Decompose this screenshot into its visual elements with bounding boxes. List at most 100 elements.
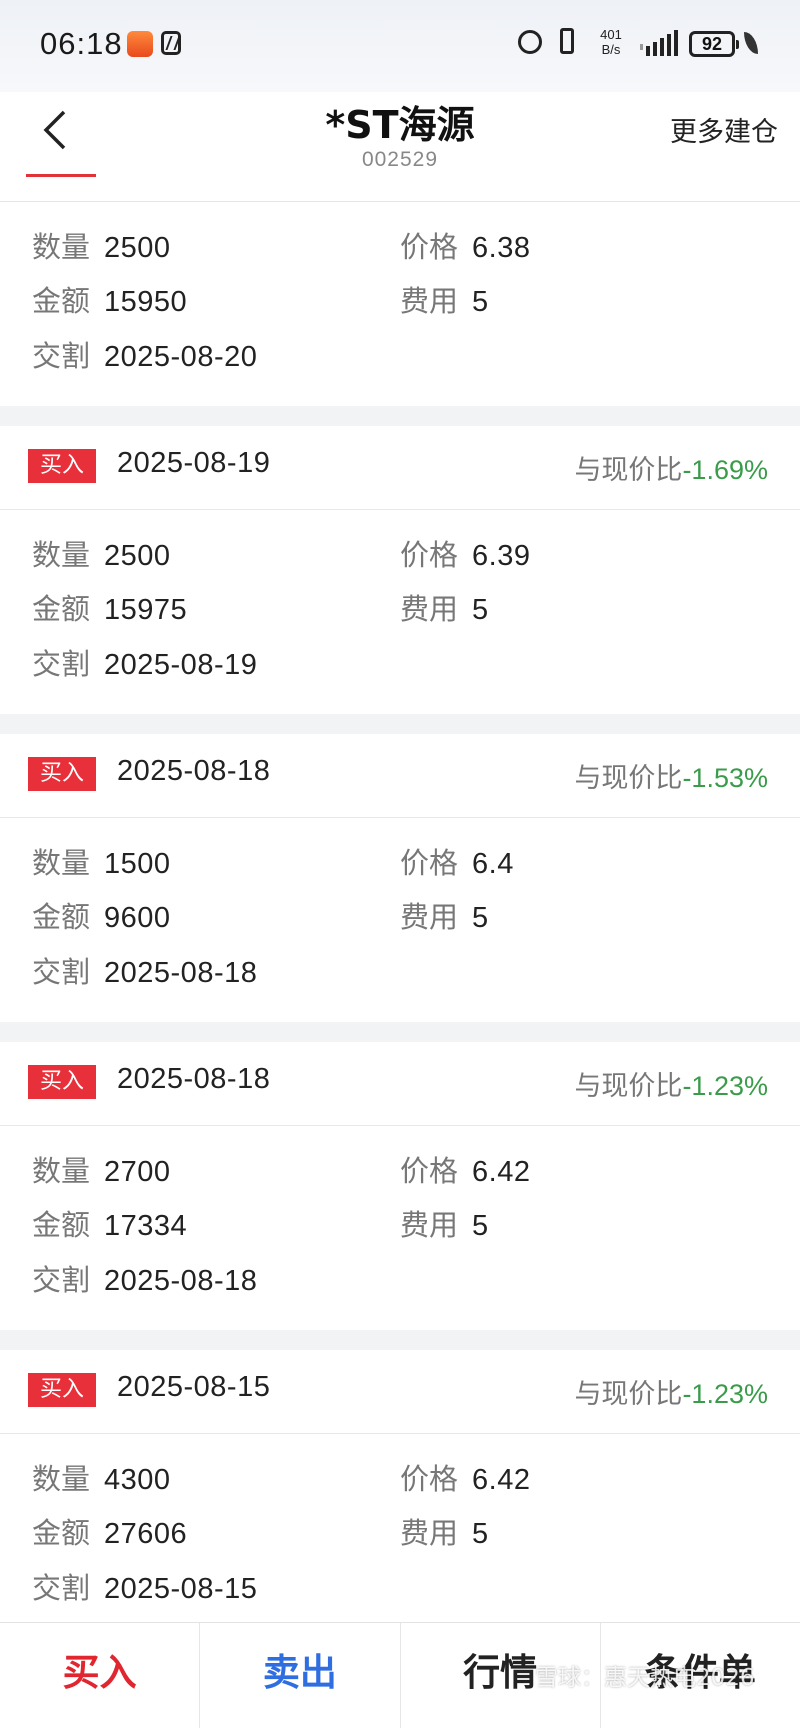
fee-field: 费用 5 bbox=[400, 278, 489, 320]
trade-record-list: 数量 2500 价格 6.38 金额 15950 费用 5 交割 2025-08-20 买… bbox=[0, 202, 800, 1638]
amount-field: 金额 27606 bbox=[32, 1510, 187, 1552]
fee-field: 费用 5 bbox=[400, 586, 489, 628]
record-date: 2025-08-19 bbox=[117, 447, 271, 479]
quantity-value: 2500 bbox=[104, 232, 171, 264]
delivery-field: 交割 2025-08-18 bbox=[32, 949, 257, 991]
record-details: 数量 1500 价格 6.4 金额 9600 费用 5 交割 2025-08-18 bbox=[0, 818, 800, 1022]
price-label: 价格 bbox=[400, 230, 459, 264]
quantity-label: 数量 bbox=[32, 1462, 91, 1496]
buy-tag: 买入 bbox=[28, 757, 96, 791]
fee-field: 费用 5 bbox=[400, 1202, 489, 1244]
signal-icon bbox=[640, 30, 678, 56]
amount-label: 金额 bbox=[32, 1208, 91, 1242]
delivery-value: 2025-08-19 bbox=[104, 649, 258, 681]
amount-field: 金额 15950 bbox=[32, 278, 187, 320]
fee-label: 费用 bbox=[400, 1516, 459, 1550]
page-title: *ST海源 bbox=[325, 103, 475, 147]
delivery-value: 2025-08-15 bbox=[104, 1573, 258, 1605]
delivery-value: 2025-08-18 bbox=[104, 957, 258, 989]
network-speed-unit: B/s bbox=[601, 42, 621, 57]
amount-value: 27606 bbox=[104, 1518, 188, 1550]
quantity-value: 4300 bbox=[104, 1464, 171, 1496]
record-details: 数量 4300 价格 6.42 金额 27606 费用 5 交割 2025-08-15 bbox=[0, 1434, 800, 1638]
delivery-value: 2025-08-18 bbox=[104, 1265, 258, 1297]
compare-value: -1.53% bbox=[682, 763, 768, 793]
amount-field: 金额 17334 bbox=[32, 1202, 187, 1244]
amount-value: 9600 bbox=[104, 902, 171, 934]
eco-leaf-icon bbox=[744, 32, 758, 54]
fee-value: 5 bbox=[472, 286, 489, 318]
amount-field: 金额 9600 bbox=[32, 894, 171, 936]
record-details: 数量 2500 价格 6.38 金额 15950 费用 5 交割 2025-08-20 bbox=[0, 202, 800, 406]
buy-tag: 买入 bbox=[28, 1065, 96, 1099]
record-date: 2025-08-15 bbox=[117, 1371, 271, 1403]
watermark: 雪球：惠天热电2026 bbox=[535, 1665, 755, 1691]
compare-label: 与现价比 bbox=[574, 455, 683, 486]
price-label: 价格 bbox=[400, 1154, 459, 1188]
fee-label: 费用 bbox=[400, 284, 459, 318]
sell-button[interactable]: 卖出 bbox=[200, 1623, 401, 1728]
buy-tag: 买入 bbox=[28, 449, 96, 483]
price-compare: 与现价比-1.23% bbox=[574, 1372, 768, 1411]
fee-field: 费用 5 bbox=[400, 894, 489, 936]
fee-label: 费用 bbox=[400, 900, 459, 934]
delivery-label: 交割 bbox=[32, 1571, 91, 1605]
divider bbox=[0, 1330, 800, 1350]
back-button[interactable] bbox=[26, 92, 96, 177]
price-value: 6.38 bbox=[472, 232, 531, 264]
record-details: 数量 2700 价格 6.42 金额 17334 费用 5 交割 2025-08-18 bbox=[0, 1126, 800, 1330]
quantity-label: 数量 bbox=[32, 538, 91, 572]
quantity-label: 数量 bbox=[32, 230, 91, 264]
record-header[interactable]: 买入 2025-08-15 与现价比-1.23% bbox=[0, 1350, 800, 1434]
status-time: 06:18 bbox=[40, 26, 123, 61]
record-header[interactable]: 买入 2025-08-18 与现价比-1.23% bbox=[0, 1042, 800, 1126]
price-field: 价格 6.39 bbox=[400, 532, 530, 574]
amount-label: 金额 bbox=[32, 900, 91, 934]
delivery-label: 交割 bbox=[32, 955, 91, 989]
alarm-icon bbox=[518, 30, 542, 54]
price-value: 6.4 bbox=[472, 848, 514, 880]
quantity-field: 数量 2700 bbox=[32, 1148, 171, 1190]
battery-icon: 92 bbox=[689, 31, 739, 57]
amount-value: 17334 bbox=[104, 1210, 188, 1242]
amount-label: 金额 bbox=[32, 284, 91, 318]
nfc-icon bbox=[161, 31, 181, 55]
more-positions-button[interactable]: 更多建仓 bbox=[670, 110, 778, 149]
compare-label: 与现价比 bbox=[574, 763, 683, 794]
price-label: 价格 bbox=[400, 1462, 459, 1496]
status-bar: 06:18 401 B/s 92 bbox=[0, 0, 800, 92]
delivery-label: 交割 bbox=[32, 339, 91, 373]
divider bbox=[0, 714, 800, 734]
price-compare: 与现价比-1.53% bbox=[574, 756, 768, 795]
compare-value: -1.69% bbox=[682, 455, 768, 485]
network-speed-value: 401 bbox=[600, 27, 622, 42]
record-date: 2025-08-18 bbox=[117, 755, 271, 787]
price-field: 价格 6.42 bbox=[400, 1148, 530, 1190]
price-field: 价格 6.4 bbox=[400, 840, 514, 882]
fee-label: 费用 bbox=[400, 1208, 459, 1242]
amount-value: 15975 bbox=[104, 594, 188, 626]
header: *ST海源 002529 更多建仓 bbox=[0, 92, 800, 202]
buy-button[interactable]: 买入 bbox=[0, 1623, 201, 1728]
quantity-label: 数量 bbox=[32, 846, 91, 880]
record-header[interactable]: 买入 2025-08-18 与现价比-1.53% bbox=[0, 734, 800, 818]
quantity-value: 2500 bbox=[104, 540, 171, 572]
quantity-field: 数量 2500 bbox=[32, 224, 171, 266]
app-notification-icon bbox=[127, 31, 153, 57]
record-details: 数量 2500 价格 6.39 金额 15975 费用 5 交割 2025-08-19 bbox=[0, 510, 800, 714]
stock-code: 002529 bbox=[361, 148, 439, 171]
fee-value: 5 bbox=[472, 902, 489, 934]
quantity-field: 数量 1500 bbox=[32, 840, 171, 882]
divider bbox=[0, 406, 800, 426]
delivery-field: 交割 2025-08-18 bbox=[32, 1257, 257, 1299]
fee-value: 5 bbox=[472, 594, 489, 626]
price-value: 6.39 bbox=[472, 540, 531, 572]
record-header[interactable]: 买入 2025-08-19 与现价比-1.69% bbox=[0, 426, 800, 510]
delivery-field: 交割 2025-08-15 bbox=[32, 1565, 257, 1607]
price-value: 6.42 bbox=[472, 1156, 531, 1188]
delivery-field: 交割 2025-08-19 bbox=[32, 641, 257, 683]
compare-label: 与现价比 bbox=[574, 1379, 683, 1410]
compare-label: 与现价比 bbox=[574, 1071, 683, 1102]
amount-label: 金额 bbox=[32, 1516, 91, 1550]
delivery-value: 2025-08-20 bbox=[104, 341, 258, 373]
